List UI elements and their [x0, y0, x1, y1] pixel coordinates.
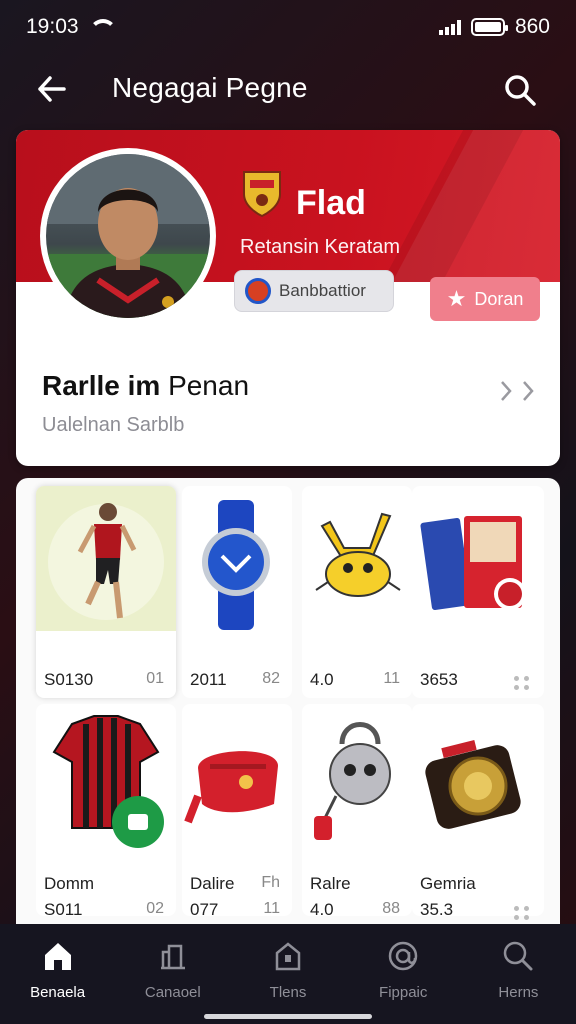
back-button[interactable]: [34, 72, 70, 106]
product-image: [36, 486, 176, 631]
more-icon[interactable]: [514, 676, 532, 690]
search-icon: [505, 75, 536, 106]
product-image: [412, 486, 544, 631]
product-image: [412, 704, 544, 849]
product-meta: 11: [383, 670, 400, 687]
wifi-icon: [88, 19, 117, 35]
search-icon: [502, 940, 534, 972]
product-price: 077: [190, 900, 219, 919]
product-card[interactable]: Dalire Fh 077 11: [182, 704, 292, 919]
product-title: Ralre: [310, 874, 351, 893]
product-title: Gemria: [420, 874, 476, 893]
house-icon: [272, 940, 304, 972]
product-price: 4.0: [310, 670, 334, 689]
product-card[interactable]: Ralre 4.0 88: [302, 704, 412, 919]
nav-label: Fippaic: [379, 984, 428, 1001]
battery-icon: [470, 18, 508, 36]
product-card[interactable]: Domm S011 02: [36, 704, 176, 919]
product-meta: 11: [263, 900, 280, 917]
product-card[interactable]: 2011 82: [182, 486, 292, 698]
nav-item-mentions[interactable]: Fippaic: [346, 924, 461, 1024]
signal-icon: [438, 19, 461, 35]
product-price: S0130: [44, 670, 94, 689]
product-card[interactable]: 3653: [412, 486, 544, 698]
product-meta: 88: [382, 900, 400, 917]
product-price: 3653: [420, 670, 458, 689]
product-meta-top: Fh: [261, 874, 280, 891]
section-heading-bold: Rarlle im: [42, 370, 161, 401]
nav-label: Canaoel: [144, 984, 201, 1001]
nav-label: Herns: [498, 984, 539, 1001]
product-image: [182, 704, 292, 849]
product-card[interactable]: 4.0 11: [302, 486, 412, 698]
more-icon[interactable]: [514, 906, 532, 920]
section-subtitle: Ualelnan Sarblb: [42, 414, 185, 436]
status-battery: 860: [514, 15, 550, 38]
follow-button[interactable]: ★ Doran: [430, 277, 540, 321]
follow-label: Doran: [474, 288, 524, 309]
status-time: 19:03: [26, 15, 79, 38]
club-badge-icon: [245, 278, 271, 304]
product-card[interactable]: Gemria 35.3: [412, 704, 544, 920]
product-meta: 82: [262, 670, 280, 687]
app-bar: Negagai Pegne: [0, 54, 576, 124]
nav-item-search[interactable]: Herns: [461, 924, 576, 1024]
home-icon: [42, 940, 74, 972]
nav-label: Tlens: [269, 984, 307, 1001]
search-button[interactable]: [502, 72, 538, 108]
arrow-left-icon: [38, 76, 66, 102]
nav-item-items[interactable]: Tlens: [230, 924, 345, 1024]
profile-card: Flad Retansin Keratam Banbbattior ★ Dora…: [16, 130, 560, 466]
at-icon: [387, 940, 419, 972]
status-bar: 19:03 860: [0, 0, 576, 54]
product-meta: 02: [146, 900, 164, 917]
chevron-right-icon[interactable]: [496, 376, 540, 406]
nav-label: Benaela: [30, 984, 86, 1001]
product-price: 4.0: [310, 900, 334, 919]
club-tag-chip[interactable]: Banbbattior: [234, 270, 394, 312]
product-price: S011: [44, 900, 83, 919]
club-tag-label: Banbbattior: [279, 281, 366, 300]
product-grid: S0130 01 2011 82 4.0 11 3653 Domm S011 0…: [16, 478, 560, 924]
product-image: [36, 704, 176, 849]
page-title: Negagai Pegne: [112, 72, 308, 103]
avatar[interactable]: [40, 148, 216, 324]
product-price: 35.3: [420, 900, 454, 919]
product-image: [182, 486, 292, 631]
product-title: Domm: [44, 874, 95, 893]
product-meta: 01: [146, 670, 164, 687]
bookmark-icon: [157, 940, 189, 972]
product-image: [302, 704, 412, 849]
star-icon: ★: [446, 286, 467, 311]
section-heading-rest: Penan: [168, 370, 250, 401]
player-team: Retansin Keratam: [240, 236, 401, 258]
nav-item-home[interactable]: Benaela: [0, 924, 115, 1024]
player-name: Flad: [296, 184, 366, 222]
club-crest-icon: [243, 171, 281, 218]
home-indicator: [204, 1014, 372, 1019]
product-card[interactable]: S0130 01: [36, 486, 176, 698]
player-photo: [46, 154, 210, 318]
product-image: [302, 486, 412, 631]
section-heading: Rarlle im Penan: [42, 370, 249, 402]
bottom-nav: Benaela Canaoel Tlens Fippaic Herns: [0, 924, 576, 1024]
product-title: Dalire: [190, 874, 235, 893]
product-price: 2011: [190, 670, 227, 689]
nav-item-saved[interactable]: Canaoel: [115, 924, 230, 1024]
